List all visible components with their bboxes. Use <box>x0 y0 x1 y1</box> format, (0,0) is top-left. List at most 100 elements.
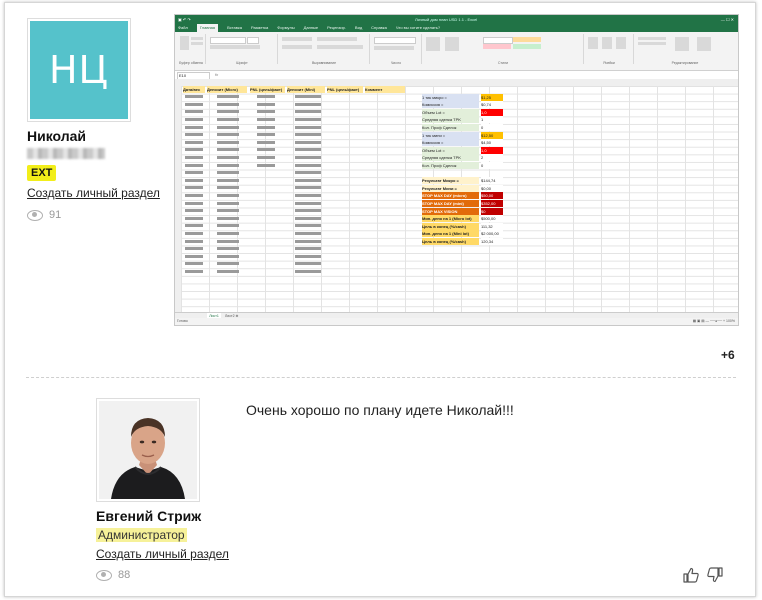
spreadsheet-cell: $352,00 <box>481 200 503 207</box>
cell-value-mark <box>257 163 275 167</box>
cell-value-mark <box>257 140 275 144</box>
cell-value-mark <box>295 110 321 114</box>
avatar[interactable] <box>96 398 200 502</box>
cell-value-mark <box>185 269 203 273</box>
spreadsheet-cell: Комиссия = <box>422 101 479 109</box>
spreadsheet-cell: PNL (цель/факт) <box>327 86 363 93</box>
spreadsheet-cell: Кол. Проф Сделок <box>422 162 479 169</box>
cell-value-mark <box>217 163 239 167</box>
cell-value-mark <box>295 269 321 273</box>
view-count: 88 <box>96 569 130 581</box>
cell-value-mark <box>295 224 321 228</box>
cell-value-mark <box>185 102 203 106</box>
cell-value-mark <box>217 262 239 266</box>
cell-value-mark <box>217 186 239 190</box>
cell-value-mark <box>295 186 321 190</box>
cell-value-mark <box>295 133 321 137</box>
cell-value-mark <box>257 133 275 137</box>
spreadsheet-cell: 1 тик микро = <box>422 93 479 101</box>
cell-value-mark <box>217 133 239 137</box>
cell-value-mark <box>217 201 239 205</box>
cell-value-mark <box>295 193 321 197</box>
cell-value-mark <box>257 117 275 121</box>
cell-value-mark <box>217 216 239 220</box>
thumbs-up-icon[interactable] <box>683 567 699 583</box>
cell-value-mark <box>217 95 239 99</box>
post-message: Очень хорошо по плану идете Николай!!! <box>246 402 514 418</box>
cell-value-mark <box>185 247 203 251</box>
more-attachments[interactable]: +6 <box>721 348 735 362</box>
cell-value-mark <box>257 148 275 152</box>
cell-value-mark <box>185 133 203 137</box>
cell-value-mark <box>185 140 203 144</box>
cell-value-mark <box>257 102 275 106</box>
spreadsheet-cell: 111,32 <box>481 222 503 230</box>
spreadsheet-cell: 1,0 <box>481 108 503 116</box>
spreadsheet-cell: Дата/вес <box>183 86 205 93</box>
cell-value-mark <box>257 125 275 129</box>
cell-value-mark <box>217 193 239 197</box>
spreadsheet-cell: Цель в конец (%/cash) <box>422 222 479 230</box>
cell-value-mark <box>185 231 203 235</box>
create-section-link[interactable]: Создать личный раздел <box>27 186 160 200</box>
cell-value-mark <box>217 140 239 144</box>
cell-value-mark <box>217 224 239 228</box>
cell-value-mark <box>185 193 203 197</box>
cell-value-mark <box>295 125 321 129</box>
avatar[interactable]: НЦ <box>27 18 131 122</box>
cell-value-mark <box>185 239 203 243</box>
cell-value-mark <box>217 155 239 159</box>
spreadsheet-cell: Коммент <box>365 86 405 93</box>
cell-value-mark <box>185 254 203 258</box>
cell-value-mark <box>217 247 239 251</box>
cell-value-mark <box>295 95 321 99</box>
cell-value-mark <box>217 254 239 258</box>
spreadsheet-cell: $0,00 <box>481 184 503 192</box>
spreadsheet-cell: 1 <box>481 116 503 124</box>
cell-value-mark <box>217 269 239 273</box>
spreadsheet-cell: $0,74 <box>481 101 503 109</box>
username[interactable]: Евгений Стриж <box>96 508 201 524</box>
view-count-value: 88 <box>118 569 131 581</box>
cell-value-mark <box>217 117 239 121</box>
view-count-value: 91 <box>49 209 62 221</box>
cell-value-mark <box>185 209 203 213</box>
spreadsheet-cell: Кол. Проф Сделок <box>422 124 479 131</box>
cell-value-mark <box>217 125 239 129</box>
spreadsheet-cell: Результат Микро = <box>422 177 479 185</box>
cell-value-mark <box>295 178 321 182</box>
status-badge: EXT <box>27 165 57 181</box>
eye-icon <box>96 569 112 581</box>
cell-value-mark <box>295 117 321 121</box>
spreadsheet-cell: Объем Lot = <box>422 146 479 154</box>
cell-value-mark <box>257 155 275 159</box>
excel-menu: Файл Главная Вставка Разметка Формулы Данные Р… <box>175 24 738 32</box>
cell-value-mark <box>295 163 321 167</box>
cell-value-mark <box>185 186 203 190</box>
spreadsheet-cell: STOP MAX VISION <box>422 207 479 215</box>
cell-value-mark <box>185 117 203 121</box>
cell-value-mark <box>217 239 239 243</box>
cell-value-mark <box>295 201 321 205</box>
cell-value-mark <box>185 201 203 205</box>
spreadsheet-cell: 1,0 <box>481 146 503 154</box>
cell-value-mark <box>257 95 275 99</box>
create-section-link[interactable]: Создать личный раздел <box>96 547 229 561</box>
cell-value-mark <box>295 155 321 159</box>
eye-icon <box>27 209 43 221</box>
spreadsheet-cell: Депозит (Mini) <box>287 86 325 93</box>
cell-value-mark <box>295 247 321 251</box>
spreadsheet-cell: 0 <box>481 162 503 169</box>
spreadsheet-cell: $2 000,00 <box>481 230 503 238</box>
cell-value-mark <box>185 216 203 220</box>
cell-value-mark <box>295 239 321 243</box>
spreadsheet-cell: PNL (цель/факт) <box>250 86 285 93</box>
excel-screenshot-attachment[interactable]: ▣ ↶ ↷ Личный дом план USD 1.1 - Excel — … <box>174 14 739 326</box>
username[interactable]: Николай <box>27 128 86 144</box>
user-photo-icon <box>99 401 197 499</box>
cell-value-mark <box>217 110 239 114</box>
cell-value-mark <box>217 209 239 213</box>
thumbs-down-icon[interactable] <box>707 567 723 583</box>
cell-value-mark <box>295 262 321 266</box>
avatar-initials: НЦ <box>30 21 128 119</box>
